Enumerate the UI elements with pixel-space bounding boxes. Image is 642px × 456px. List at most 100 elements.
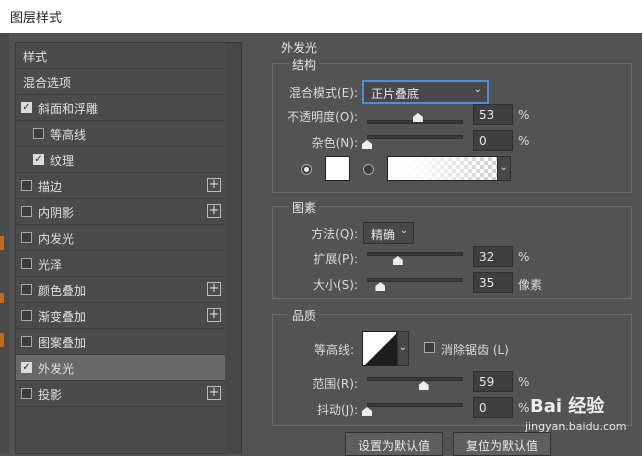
spread-input[interactable]: 32 — [473, 246, 513, 267]
style-list-checkbox[interactable] — [21, 206, 32, 217]
style-list-item-label: 光泽 — [38, 258, 63, 272]
outer-glow-title: 外发光 — [281, 41, 318, 55]
contour-label: 等高线: — [313, 343, 354, 357]
spread-slider[interactable] — [367, 252, 463, 256]
color-fill-radio[interactable] — [301, 164, 312, 175]
opacity-label: 不透明度(O): — [287, 110, 358, 124]
style-list-item-label: 投影 — [38, 388, 63, 402]
jitter-input[interactable]: 0 — [473, 397, 513, 418]
style-list-item[interactable]: 内发光 — [16, 225, 225, 251]
opacity-input[interactable]: 53 — [473, 104, 513, 125]
style-list-item[interactable]: ✓ 斜面和浮雕 — [16, 95, 225, 121]
style-list-checkbox[interactable] — [21, 258, 32, 269]
style-list-scrollbar[interactable] — [226, 43, 241, 454]
reset-default-button[interactable]: 复位为默认值 — [453, 432, 551, 456]
style-list-checkbox[interactable] — [21, 180, 32, 191]
style-list-item-label: 内阴影 — [38, 206, 75, 220]
anti-alias-label: 消除锯齿 (L) — [441, 343, 509, 357]
size-unit: 像素 — [518, 278, 543, 292]
dialog-title-bar: 图层样式 — [0, 0, 642, 33]
jitter-unit: % — [518, 401, 530, 415]
size-slider[interactable] — [367, 278, 463, 282]
technique-label: 方法(Q): — [311, 227, 358, 241]
add-effect-icon[interactable]: + — [207, 386, 221, 400]
canvas-edge-mark — [0, 333, 4, 347]
noise-unit: % — [518, 134, 530, 148]
style-list-item[interactable]: ✓ 纹理 — [16, 147, 225, 173]
style-list-item[interactable]: 投影 + — [16, 381, 225, 407]
chevron-down-icon: ⌄ — [399, 225, 408, 236]
add-effect-icon[interactable]: + — [207, 204, 221, 218]
style-list-checkbox[interactable]: ✓ — [33, 154, 44, 165]
glow-gradient-picker[interactable] — [387, 156, 498, 181]
range-unit: % — [518, 375, 530, 389]
style-list-checkbox[interactable] — [21, 284, 32, 295]
style-list-item-label: 渐变叠加 — [38, 310, 87, 324]
technique-value: 精确 — [371, 228, 396, 242]
style-list-item-label: 颜色叠加 — [38, 284, 87, 298]
gradient-dropdown[interactable]: ⌄ — [497, 156, 511, 181]
style-list-item-label: 内发光 — [38, 232, 75, 246]
glow-color-swatch[interactable] — [325, 156, 350, 181]
canvas-edge-mark — [0, 236, 4, 250]
style-list-item[interactable]: 内阴影 + — [16, 199, 225, 225]
blend-mode-value: 正片叠底 — [371, 87, 420, 101]
style-list-item[interactable]: 图案叠加 — [16, 329, 225, 355]
style-list-item-label: 等高线 — [50, 128, 87, 142]
style-list: 样式混合选项 ✓ 斜面和浮雕等高线 ✓ 纹理描边 + 内阴影 + 内发光光泽颜色叠加 + 渐变叠加 +… — [15, 42, 242, 454]
elements-title: 图素 — [289, 199, 320, 216]
style-list-checkbox[interactable] — [21, 388, 32, 399]
opacity-unit: % — [518, 108, 530, 122]
range-input[interactable]: 59 — [473, 371, 513, 392]
style-list-checkbox[interactable] — [21, 310, 32, 321]
anti-alias-checkbox[interactable] — [424, 342, 435, 353]
style-list-item-label: 描边 — [38, 180, 63, 194]
range-slider[interactable] — [367, 377, 463, 381]
canvas-edge-mark — [0, 293, 4, 303]
blend-mode-label: 混合模式(E): — [289, 86, 358, 100]
jitter-slider[interactable] — [367, 403, 463, 407]
contour-dropdown[interactable]: ⌄ — [397, 331, 409, 366]
technique-dropdown[interactable]: 精确 ⌄ — [363, 222, 414, 244]
watermark-url: jingyan.baidu.com — [525, 420, 627, 433]
add-effect-icon[interactable]: + — [207, 282, 221, 296]
chevron-down-icon: ⌄ — [398, 342, 407, 353]
style-list-checkbox[interactable]: ✓ — [21, 102, 32, 113]
spread-label: 扩展(P): — [313, 252, 358, 266]
style-list-item[interactable]: 光泽 — [16, 251, 225, 277]
style-list-checkbox[interactable] — [21, 336, 32, 347]
watermark-logo: Bai 经验 — [530, 396, 605, 417]
style-list-checkbox[interactable] — [21, 232, 32, 243]
structure-title: 结构 — [289, 56, 320, 73]
style-list-item-label: 纹理 — [50, 154, 75, 168]
style-list-item[interactable]: 渐变叠加 + — [16, 303, 225, 329]
blend-mode-dropdown[interactable]: 正片叠底 ⌄ — [363, 81, 488, 103]
jitter-label: 抖动(J): — [317, 403, 358, 417]
noise-slider[interactable] — [367, 135, 463, 139]
style-list-item[interactable]: 混合选项 — [16, 69, 225, 95]
style-list-item-label: 斜面和浮雕 — [38, 102, 99, 116]
style-list-item[interactable]: 等高线 — [16, 121, 225, 147]
add-effect-icon[interactable]: + — [207, 178, 221, 192]
chevron-down-icon: ⌄ — [499, 162, 508, 173]
contour-preview[interactable] — [362, 331, 397, 366]
style-list-item[interactable]: 颜色叠加 + — [16, 277, 225, 303]
add-effect-icon[interactable]: + — [207, 308, 221, 322]
gradient-fill-radio[interactable] — [363, 164, 374, 175]
quality-title: 品质 — [289, 307, 320, 324]
style-list-item[interactable]: 样式 — [16, 43, 225, 69]
range-label: 范围(R): — [312, 377, 358, 391]
make-default-button[interactable]: 设置为默认值 — [345, 432, 443, 456]
size-label: 大小(S): — [312, 278, 358, 292]
style-list-checkbox[interactable] — [33, 128, 44, 139]
style-list-item[interactable]: 描边 + — [16, 173, 225, 199]
style-list-item-label: 样式 — [23, 50, 48, 64]
size-input[interactable]: 35 — [473, 272, 513, 293]
canvas-edge — [0, 33, 9, 454]
chevron-down-icon: ⌄ — [473, 84, 482, 95]
noise-label: 杂色(N): — [311, 136, 358, 150]
noise-input[interactable]: 0 — [473, 130, 513, 151]
style-list-item[interactable]: ✓ 外发光 — [16, 355, 225, 381]
style-list-checkbox[interactable]: ✓ — [21, 362, 32, 373]
style-list-item-label: 外发光 — [38, 362, 75, 376]
